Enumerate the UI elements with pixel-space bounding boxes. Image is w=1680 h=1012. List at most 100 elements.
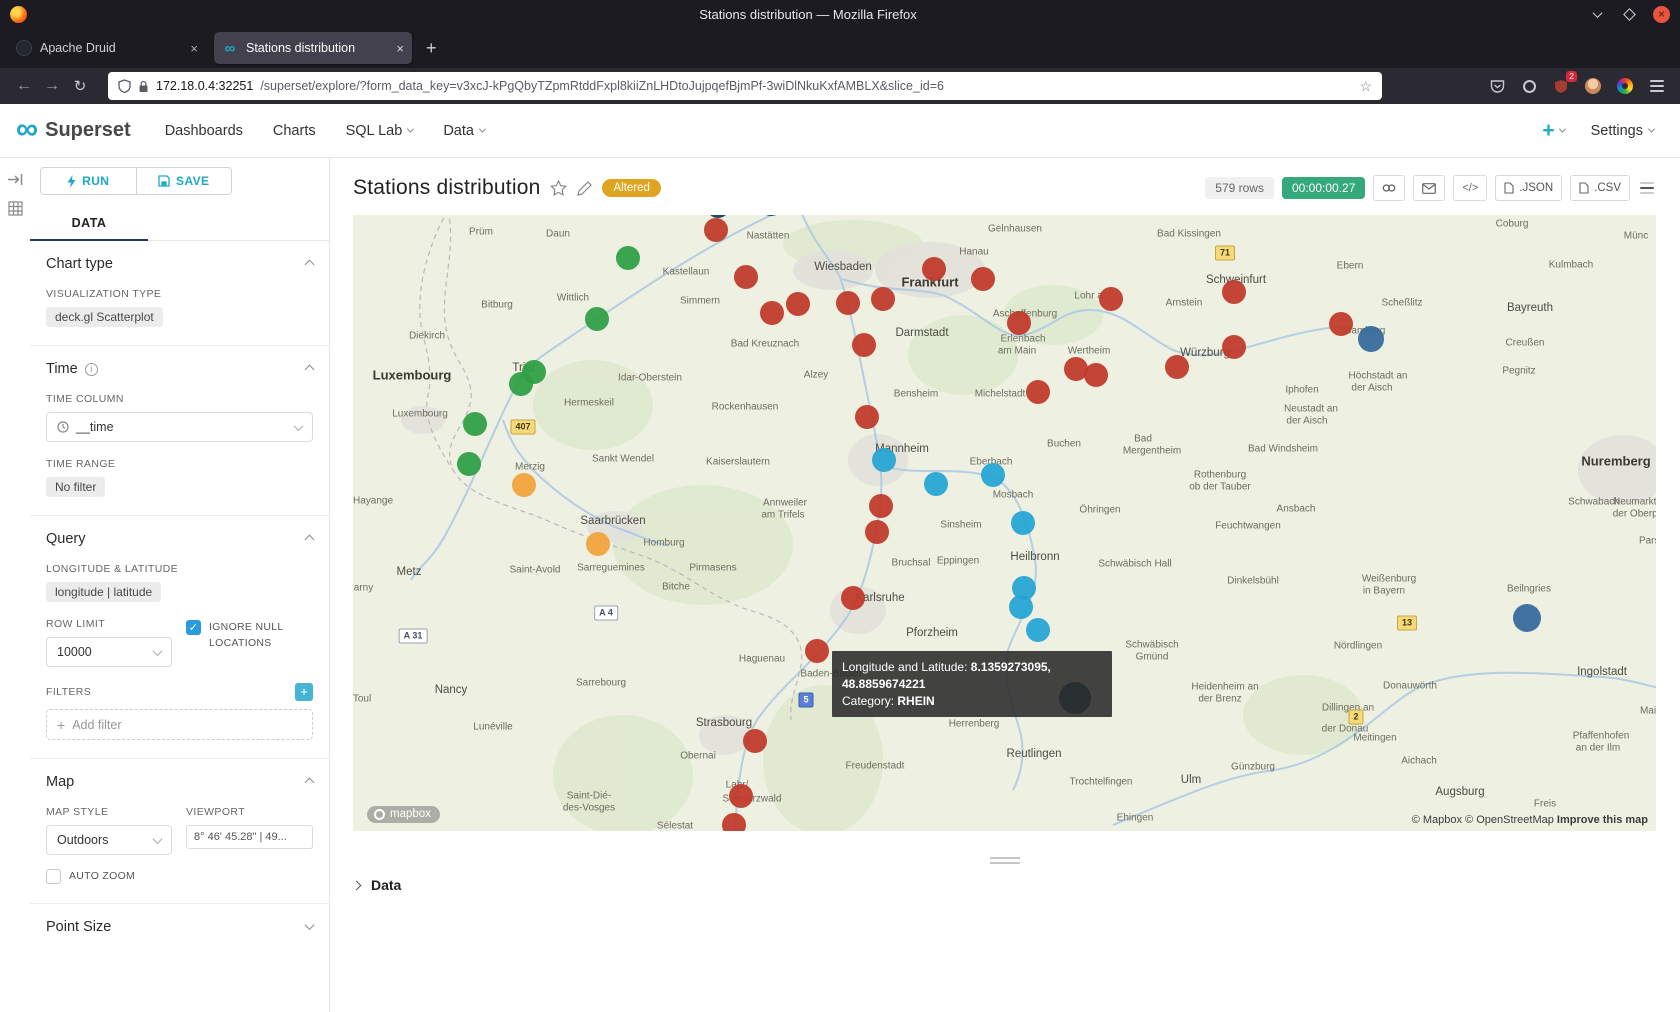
scatter-point[interactable] [1513, 604, 1541, 632]
add-new-button[interactable]: + [1542, 119, 1564, 143]
tracking-shield-icon[interactable] [118, 79, 131, 93]
scatter-point[interactable] [1011, 511, 1035, 535]
run-button[interactable]: RUN [40, 167, 137, 195]
add-filter-plus-button[interactable]: + [295, 683, 313, 701]
bookmark-star-icon[interactable]: ☆ [1359, 78, 1372, 95]
export-json-button[interactable]: .JSON [1495, 175, 1562, 201]
profile-avatar-icon[interactable] [1580, 73, 1606, 99]
scatter-point[interactable] [734, 265, 758, 289]
adblock-shield-icon[interactable]: 2 [1548, 73, 1574, 99]
resize-grip[interactable] [990, 857, 1020, 864]
embed-code-button[interactable]: </> [1453, 175, 1487, 201]
extension-pinwheel-icon[interactable] [1612, 73, 1638, 99]
forward-button[interactable]: → [38, 73, 66, 99]
menu-icon[interactable] [1644, 73, 1670, 99]
nav-sql-lab[interactable]: SQL Lab [346, 123, 414, 139]
time-column-select[interactable]: __time [46, 412, 313, 442]
dataset-grid-icon[interactable] [8, 201, 23, 216]
nav-dashboards[interactable]: Dashboards [165, 123, 243, 139]
scatter-point[interactable] [869, 494, 893, 518]
export-csv-button[interactable]: .CSV [1570, 175, 1630, 201]
scatter-point[interactable] [1222, 280, 1246, 304]
mapbox-logo[interactable]: mapbox [367, 806, 440, 823]
scatter-point[interactable] [512, 473, 536, 497]
viewport-input[interactable]: 8° 46' 45.28" | 49... [186, 825, 313, 849]
scatter-point[interactable] [871, 287, 895, 311]
improve-map-link[interactable]: Improve this map [1557, 814, 1648, 826]
window-maximize-button[interactable] [1621, 6, 1637, 22]
new-tab-button[interactable]: + [426, 38, 437, 59]
scatter-point[interactable] [852, 333, 876, 357]
scatter-point[interactable] [760, 301, 784, 325]
scatter-point[interactable] [1026, 618, 1050, 642]
scatter-point[interactable] [841, 586, 865, 610]
tab-data[interactable]: DATA [30, 205, 148, 241]
section-header[interactable]: Point Size [46, 919, 313, 935]
section-header[interactable]: Map [46, 774, 313, 790]
share-link-button[interactable] [1373, 175, 1405, 201]
scatter-point[interactable] [786, 292, 810, 316]
scatter-point[interactable] [616, 246, 640, 270]
viz-type-chip[interactable]: deck.gl Scatterplot [46, 307, 163, 327]
scatter-point[interactable] [865, 520, 889, 544]
scatter-point[interactable] [1329, 312, 1353, 336]
scatter-point[interactable] [922, 257, 946, 281]
extension-circle-icon[interactable] [1516, 73, 1542, 99]
scatter-point[interactable] [743, 729, 767, 753]
scatter-point[interactable] [1222, 335, 1246, 359]
window-minimize-button[interactable] [1589, 6, 1605, 22]
map-canvas[interactable]: Longitude and Latitude: 8.1359273095, 48… [353, 215, 1656, 831]
scatter-point[interactable] [1099, 287, 1123, 311]
scatter-point[interactable] [971, 267, 995, 291]
scatter-point[interactable] [586, 532, 610, 556]
section-header[interactable]: Query [46, 531, 313, 547]
chart-menu-button[interactable] [1638, 175, 1656, 201]
back-button[interactable]: ← [10, 73, 38, 99]
time-range-chip[interactable]: No filter [46, 477, 105, 497]
browser-tab-apache-druid[interactable]: Apache Druid × [8, 32, 206, 64]
scatter-point[interactable] [924, 472, 948, 496]
scatter-point[interactable] [509, 372, 533, 396]
favorite-star-icon[interactable] [550, 180, 567, 196]
scatter-point[interactable] [463, 412, 487, 436]
url-bar[interactable]: 172.18.0.4:32251/superset/explore/?form_… [108, 72, 1382, 100]
browser-tab-stations-distribution[interactable]: ∞ Stations distribution × [214, 32, 412, 64]
scatter-point[interactable] [1084, 363, 1108, 387]
map-style-select[interactable]: Outdoors [46, 825, 172, 855]
superset-logo[interactable]: ∞ Superset [16, 117, 131, 144]
collapse-panel-icon[interactable] [7, 172, 24, 187]
data-section-toggle[interactable]: Data [353, 877, 1656, 893]
pocket-icon[interactable] [1484, 73, 1510, 99]
section-header[interactable]: Timei [46, 361, 313, 377]
scatter-point[interactable] [1165, 355, 1189, 379]
section-header[interactable]: Chart type [46, 256, 313, 272]
scatter-point[interactable] [981, 463, 1005, 487]
nav-data[interactable]: Data [443, 123, 485, 139]
ignore-null-checkbox[interactable]: ✓ [186, 620, 201, 635]
add-filter-button[interactable]: +Add filter [46, 709, 313, 740]
scatter-point[interactable] [1358, 326, 1384, 352]
scatter-point[interactable] [1009, 595, 1033, 619]
settings-menu[interactable]: Settings [1591, 123, 1654, 139]
scatter-point[interactable] [704, 218, 728, 242]
save-button[interactable]: SAVE [136, 167, 233, 195]
scatter-point[interactable] [855, 405, 879, 429]
reload-button[interactable]: ↻ [66, 73, 94, 99]
tab-close-icon[interactable]: × [396, 41, 404, 56]
scatter-point[interactable] [585, 307, 609, 331]
scatter-point[interactable] [722, 813, 746, 831]
auto-zoom-checkbox[interactable] [46, 869, 61, 884]
window-close-button[interactable]: × [1653, 6, 1670, 23]
edit-title-icon[interactable] [577, 181, 592, 196]
email-button[interactable] [1413, 175, 1445, 201]
scatter-point[interactable] [1007, 311, 1031, 335]
nav-charts[interactable]: Charts [273, 123, 316, 139]
scatter-point[interactable] [729, 784, 753, 808]
scatter-point[interactable] [457, 452, 481, 476]
row-limit-select[interactable]: 10000 [46, 637, 172, 667]
scatter-point[interactable] [1026, 380, 1050, 404]
lonlat-chip[interactable]: longitude | latitude [46, 582, 161, 602]
scatter-point[interactable] [836, 291, 860, 315]
tab-close-icon[interactable]: × [190, 41, 198, 56]
scatter-point[interactable] [872, 448, 896, 472]
